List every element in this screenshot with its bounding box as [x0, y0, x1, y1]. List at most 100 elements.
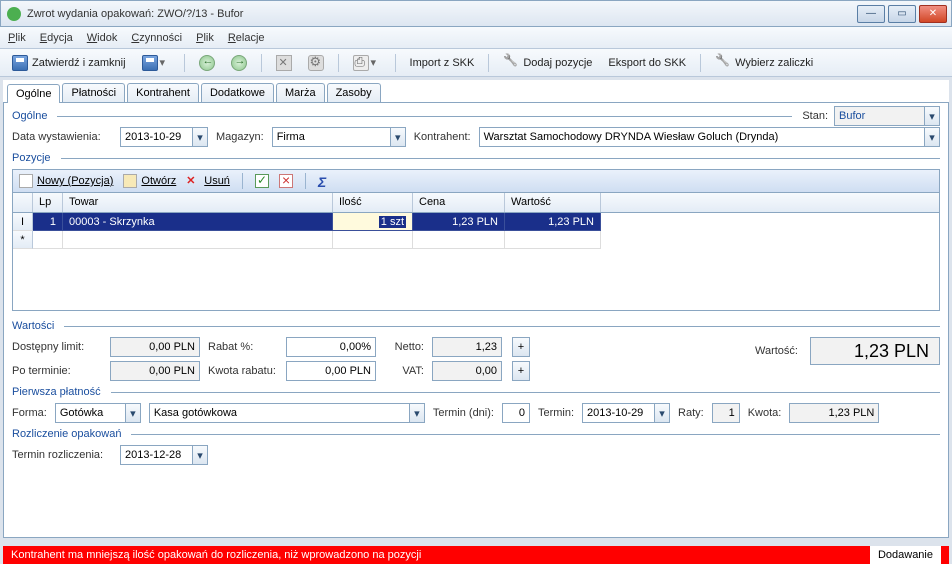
- grid-row[interactable]: I 1 00003 - Skrzynka 1 szt 1,23 PLN 1,23…: [13, 213, 939, 231]
- vat-value: 0,00: [432, 361, 502, 381]
- chevron-down-icon[interactable]: ▾: [125, 403, 141, 423]
- tools-icon: [276, 55, 292, 71]
- group-rozliczenie: Rozliczenie opakowań: [12, 427, 940, 441]
- grid-row-new[interactable]: *: [13, 231, 939, 249]
- tab-zasoby[interactable]: Zasoby: [327, 83, 381, 102]
- group-platnosc: Pierwsza płatność: [12, 385, 940, 399]
- print-button[interactable]: ▾: [347, 53, 387, 73]
- group-ogolne: Ogólne Stan: Bufor ▾: [12, 109, 940, 123]
- menu-czynnosci[interactable]: Czynności: [131, 32, 182, 44]
- menu-relacje[interactable]: Relacje: [228, 32, 265, 44]
- termin-combo[interactable]: 2013-10-29 ▾: [582, 403, 670, 423]
- disk-icon: [12, 55, 28, 71]
- termin-dni-input[interactable]: 0: [502, 403, 530, 423]
- delete-row-button[interactable]: ✕ Usuń: [186, 174, 230, 188]
- col-cena[interactable]: Cena: [413, 193, 505, 212]
- status-bar: Kontrahent ma mniejszą ilość opakowań do…: [3, 546, 949, 564]
- tab-kontrahent[interactable]: Kontrahent: [127, 83, 199, 102]
- open-icon: [123, 174, 137, 188]
- import-skk-button[interactable]: Import z SKK: [404, 55, 481, 71]
- select-advances-button[interactable]: Wybierz zaliczki: [709, 53, 819, 73]
- group-pozycje: Pozycje: [12, 151, 940, 165]
- tab-dodatkowe[interactable]: Dodatkowe: [201, 83, 274, 102]
- magazyn-label: Magazyn:: [216, 131, 264, 143]
- tab-platnosci[interactable]: Płatności: [62, 83, 125, 102]
- kontrahent-combo[interactable]: Warsztat Samochodowy DRYNDA Wiesław Golu…: [479, 127, 940, 147]
- magazyn-combo[interactable]: Firma ▾: [272, 127, 406, 147]
- forward-button[interactable]: [225, 53, 253, 73]
- forma-label: Forma:: [12, 407, 47, 419]
- chevron-down-icon[interactable]: ▾: [654, 403, 670, 423]
- chevron-down-icon[interactable]: ▾: [192, 445, 208, 465]
- forma-combo[interactable]: Gotówka ▾: [55, 403, 141, 423]
- netto-label: Netto:: [384, 341, 424, 353]
- uncheck-button[interactable]: [279, 174, 293, 188]
- data-field[interactable]: 2013-10-29 ▾: [120, 127, 208, 147]
- group-wartosci: Wartości: [12, 319, 940, 333]
- chevron-down-icon[interactable]: ▾: [192, 127, 208, 147]
- stan-combo[interactable]: Bufor ▾: [834, 106, 940, 126]
- check-button[interactable]: [255, 174, 269, 188]
- rabat-label: Rabat %:: [208, 341, 278, 353]
- back-button[interactable]: [193, 53, 221, 73]
- wartosc-label: Wartość:: [755, 345, 798, 357]
- stan-label: Stan:: [802, 110, 828, 122]
- limit-value: 0,00 PLN: [110, 337, 200, 357]
- chevron-down-icon[interactable]: ▾: [924, 127, 940, 147]
- termin-rozliczenia-combo[interactable]: 2013-12-28 ▾: [120, 445, 208, 465]
- tab-marza[interactable]: Marża: [276, 83, 325, 102]
- minimize-button[interactable]: —: [857, 5, 885, 23]
- disk-icon: [142, 55, 158, 71]
- data-label: Data wystawienia:: [12, 131, 112, 143]
- settings-button[interactable]: [302, 53, 330, 73]
- wrench-icon: [503, 55, 519, 71]
- add-positions-button[interactable]: Dodaj pozycje: [497, 53, 598, 73]
- gear-icon: [308, 55, 324, 71]
- titlebar: Zwrot wydania opakowań: ZWO/?/13 - Bufor…: [0, 0, 952, 27]
- col-wartosc[interactable]: Wartość: [505, 193, 601, 212]
- menu-widok[interactable]: Widok: [87, 32, 118, 44]
- raty-label: Raty:: [678, 407, 704, 419]
- export-skk-button[interactable]: Eksport do SKK: [602, 55, 692, 71]
- kwota-label: Kwota:: [748, 407, 782, 419]
- row-indicator: I: [13, 213, 33, 231]
- kasa-combo[interactable]: Kasa gotówkowa ▾: [149, 403, 425, 423]
- limit-label: Dostępny limit:: [12, 341, 102, 353]
- netto-plus-button[interactable]: +: [512, 337, 530, 357]
- save-button[interactable]: ▾: [136, 53, 176, 73]
- chevron-down-icon[interactable]: ▾: [390, 127, 406, 147]
- close-button[interactable]: ✕: [919, 5, 947, 23]
- app-icon: [7, 7, 21, 21]
- grid-header: Lp Towar Ilość Cena Wartość: [13, 193, 939, 213]
- print-icon: [353, 55, 369, 71]
- maximize-button[interactable]: ▭: [888, 5, 916, 23]
- kwota-rabatu-input[interactable]: 0,00 PLN: [286, 361, 376, 381]
- new-row-button[interactable]: Nowy (Pozycja): [19, 174, 113, 188]
- window-title: Zwrot wydania opakowań: ZWO/?/13 - Bufor: [27, 8, 857, 20]
- grid[interactable]: Lp Towar Ilość Cena Wartość I 1 00003 - …: [12, 193, 940, 311]
- save-close-button[interactable]: Zatwierdź i zamknij: [6, 53, 132, 73]
- termin-dni-label: Termin (dni):: [433, 407, 494, 419]
- col-lp[interactable]: Lp: [33, 193, 63, 212]
- rabat-input[interactable]: 0,00%: [286, 337, 376, 357]
- chevron-down-icon[interactable]: ▾: [924, 106, 940, 126]
- menu-plik[interactable]: Plik: [8, 32, 26, 44]
- poterminie-label: Po terminie:: [12, 365, 102, 377]
- grid-toolbar: Nowy (Pozycja) Otwórz ✕ Usuń Σ: [12, 169, 940, 193]
- termin-label: Termin:: [538, 407, 574, 419]
- error-message: Kontrahent ma mniejszą ilość opakowań do…: [11, 549, 421, 561]
- sum-button[interactable]: Σ: [318, 174, 332, 188]
- menu-edycja[interactable]: Edycja: [40, 32, 73, 44]
- tab-ogolne[interactable]: Ogólne: [7, 84, 60, 103]
- tools-button[interactable]: [270, 53, 298, 73]
- ilosc-editor[interactable]: 1 szt: [333, 213, 413, 231]
- vat-plus-button[interactable]: +: [512, 361, 530, 381]
- kwota-value: 1,23 PLN: [789, 403, 879, 423]
- menu-plik2[interactable]: Plik: [196, 32, 214, 44]
- open-row-button[interactable]: Otwórz: [123, 174, 176, 188]
- kontrahent-label: Kontrahent:: [414, 131, 471, 143]
- poterminie-value: 0,00 PLN: [110, 361, 200, 381]
- col-towar[interactable]: Towar: [63, 193, 333, 212]
- chevron-down-icon[interactable]: ▾: [409, 403, 425, 423]
- col-ilosc[interactable]: Ilość: [333, 193, 413, 212]
